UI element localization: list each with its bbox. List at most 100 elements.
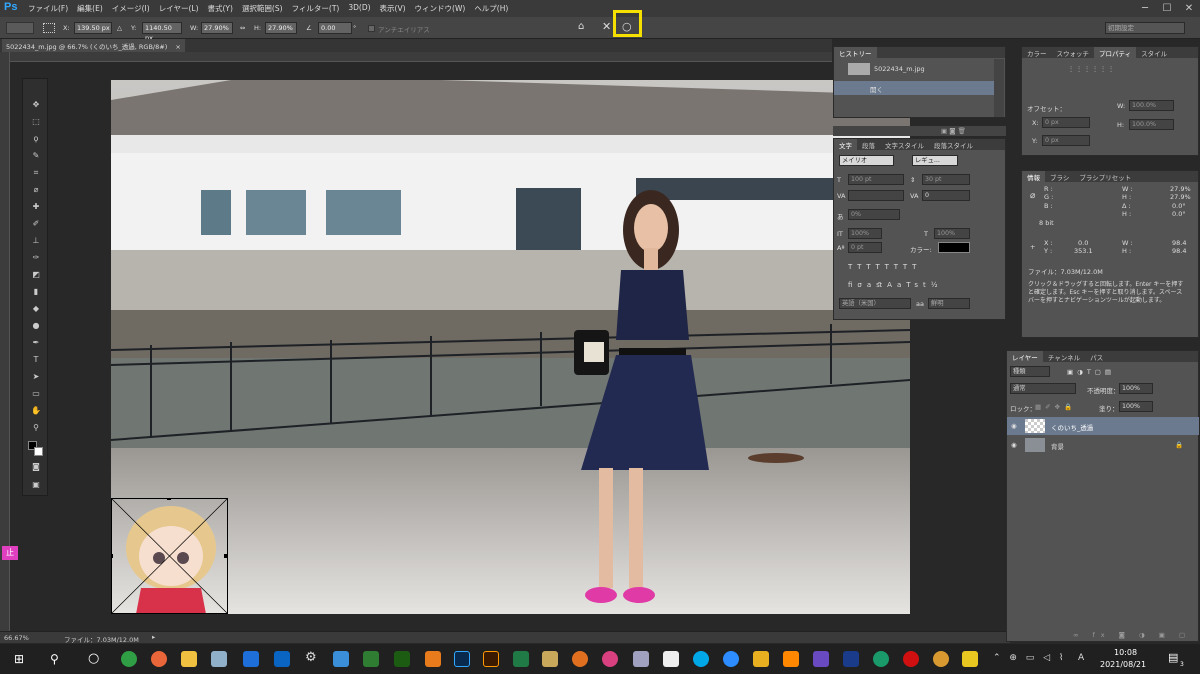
prop-h-field[interactable]: 100.0% [1129,119,1174,130]
photo-canvas[interactable] [111,80,910,614]
offset-y-field[interactable]: 0 px [1042,135,1090,146]
clock-time[interactable]: 10:08 [1114,648,1137,657]
tab-brush[interactable]: ブラシ [1045,171,1074,182]
history-brush-tool-icon[interactable]: ✑ [29,252,43,264]
path-select-tool-icon[interactable]: ➤ [29,371,43,383]
ime-lang-indicator[interactable]: A [1078,653,1084,663]
tab-paths[interactable]: パス [1085,351,1108,362]
tab-paragraph[interactable]: 段落 [857,139,880,150]
tab-properties[interactable]: プロパティ [1094,47,1137,58]
layer-row-kunoichi[interactable]: ◉ くのいち_透過 [1007,417,1199,435]
visibility-eye-icon[interactable]: ◉ [1011,422,1017,430]
history-footer-icons[interactable]: ▣ ◙ 🗑 [941,127,966,135]
leading-field[interactable]: 30 pt [922,174,970,185]
menu-filter[interactable]: フィルター(T) [292,3,340,14]
vertical-scale-field[interactable]: 100% [848,228,882,239]
h-field[interactable]: 27.90% [265,22,297,34]
windows-start-icon[interactable]: ⊞ [14,652,24,666]
blur-tool-icon[interactable]: ◆ [29,303,43,315]
stamp-tool-icon[interactable]: ⊥ [29,235,43,247]
visibility-eye-icon[interactable]: ◉ [1011,441,1017,449]
tab-history[interactable]: ヒストリー [834,47,877,58]
tab-color[interactable]: カラー [1022,47,1052,58]
menu-image[interactable]: イメージ(I) [112,3,150,14]
tab-layers[interactable]: レイヤー [1007,351,1043,362]
lasso-tool-icon[interactable]: ϙ [29,133,43,145]
tab-char-style[interactable]: 文字スタイル [880,139,929,150]
link-icon[interactable]: ⇔ [240,24,245,32]
skype-icon[interactable] [693,651,709,667]
text-color-swatch[interactable] [938,242,970,253]
aa-mode-field[interactable]: 鮮明 [928,298,970,309]
layer-row-background[interactable]: ◉ 背景 🔒 [1007,436,1199,454]
menu-3d[interactable]: 3D(D) [348,3,370,14]
antialias-checkbox[interactable] [368,25,375,32]
font-size-field[interactable]: 100 pt [848,174,904,185]
app-icon-12[interactable] [962,651,978,667]
baseline-field[interactable]: 0 pt [848,242,882,253]
cortana-icon[interactable]: ○ [88,651,99,666]
type-tool-icon[interactable]: T [29,354,43,366]
text-style-buttons[interactable]: TTTTTTTT [848,263,921,271]
ime-indicator[interactable]: 止 [2,546,18,560]
clock-date[interactable]: 2021/08/21 [1100,660,1146,669]
illustrator-icon[interactable] [483,651,499,667]
tsume-field[interactable]: 0% [848,209,900,220]
screen-mode-icon[interactable]: ▣ [29,479,43,491]
file-info[interactable]: ファイル：7.03M/12.0M [64,634,139,644]
app-icon-8[interactable] [753,651,769,667]
marquee-tool-icon[interactable]: ⬚ [29,116,43,128]
eyedropper-tool-icon[interactable]: ⌀ [29,184,43,196]
close-button[interactable]: ✕ [1178,0,1200,17]
document-tab[interactable]: 5022434_m.jpg @ 66.7% (くのいち_透過, RGB/8#) … [2,39,185,52]
dreamweaver-icon[interactable] [394,651,410,667]
kerning-field[interactable] [848,190,904,201]
chrome-icon[interactable] [121,651,137,667]
hand-tool-icon[interactable]: ✋ [29,405,43,417]
excel-icon[interactable] [513,651,529,667]
photos-icon[interactable] [243,651,259,667]
x-field[interactable]: 139.50 px [74,22,112,34]
maximize-button[interactable]: ☐ [1156,0,1178,17]
transform-layer-kunoichi[interactable] [109,496,229,615]
gradient-tool-icon[interactable]: ▮ [29,286,43,298]
app-icon-7[interactable] [633,651,649,667]
app-icon-1[interactable] [211,651,227,667]
tab-close-icon[interactable]: × [175,43,180,51]
brush-tool-icon[interactable]: ✐ [29,218,43,230]
menu-file[interactable]: ファイル(F) [28,3,68,14]
app-icon-6[interactable] [602,651,618,667]
snapshot-name[interactable]: 5022434_m.jpg [874,65,925,73]
tab-info[interactable]: 情報 [1022,171,1045,182]
tab-character[interactable]: 文字 [834,139,857,150]
shape-tool-icon[interactable]: ▭ [29,388,43,400]
align-icons[interactable]: ⫶⫶⫶⫶⫶⫶ [1070,65,1118,75]
minimize-button[interactable]: ─ [1134,0,1156,17]
move-tool-icon[interactable]: ✥ [29,99,43,111]
background-color-swatch[interactable] [34,447,43,456]
opacity-field[interactable]: 100% [1119,383,1153,394]
layer-footer-icons[interactable]: ∞ fx ◙ ◑ ▣ ▢ 🗑 [1073,631,1200,639]
app-icon-2[interactable] [333,651,349,667]
reference-point-icon[interactable] [43,23,55,33]
zoom-app-icon[interactable] [723,651,739,667]
history-state-row[interactable]: 開く [834,81,994,95]
crop-tool-icon[interactable]: ⌗ [29,167,43,179]
menu-view[interactable]: 表示(V) [380,3,406,14]
tab-styles[interactable]: スタイル [1136,47,1172,58]
outlook-icon[interactable] [274,651,290,667]
tab-channels[interactable]: チャンネル [1043,351,1085,362]
record-app-icon[interactable] [903,651,919,667]
zoom-tool-icon[interactable]: ⚲ [29,422,43,434]
vlc-icon[interactable] [783,651,799,667]
butterfly-app-icon[interactable] [572,651,588,667]
warp-mode-icon[interactable]: ⌂ [578,21,584,32]
menu-window[interactable]: ウィンドウ(W) [415,3,466,14]
tab-swatches[interactable]: スウォッチ [1052,47,1095,58]
menu-select[interactable]: 選択範囲(S) [242,3,283,14]
eraser-tool-icon[interactable]: ◩ [29,269,43,281]
tab-brush-presets[interactable]: ブラシプリセット [1074,171,1136,182]
zoom-level[interactable]: 66.67% [4,634,29,642]
horizontal-scale-field[interactable]: 100% [934,228,970,239]
tray-icons[interactable]: ⌃ ⊕ ▭ ◁ ⌇ [993,653,1066,663]
